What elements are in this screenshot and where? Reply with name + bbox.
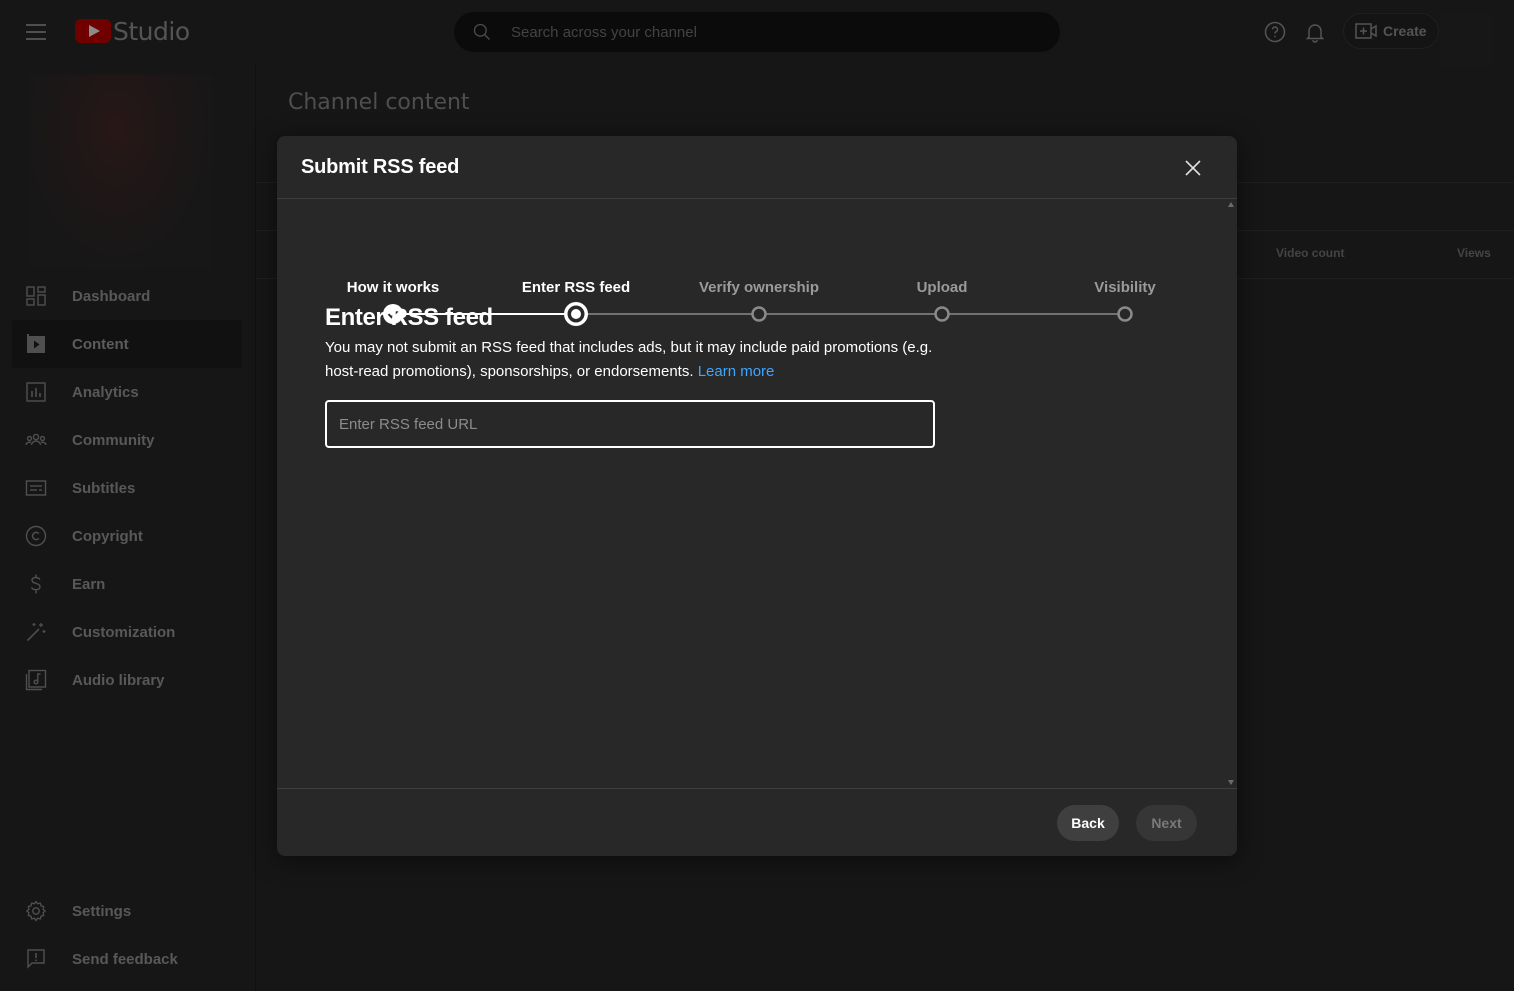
pending-step-icon bbox=[934, 306, 950, 322]
studio-page: Studio Search across your channel Create… bbox=[0, 0, 1514, 991]
step-label-verify-ownership: Verify ownership bbox=[698, 279, 820, 296]
description-text: You may not submit an RSS feed that incl… bbox=[325, 339, 933, 380]
submit-rss-dialog: Submit RSS feed How it works Enter RSS f… bbox=[277, 136, 1237, 856]
step-label-visibility: Visibility bbox=[1094, 279, 1156, 296]
dialog-title: Submit RSS feed bbox=[301, 156, 460, 178]
stepper-line-pending bbox=[576, 313, 1125, 315]
dialog-footer: Back Next bbox=[277, 788, 1237, 856]
step-label-enter-rss-feed[interactable]: Enter RSS feed bbox=[522, 279, 630, 296]
next-button[interactable]: Next bbox=[1136, 805, 1197, 841]
learn-more-link[interactable]: Learn more bbox=[698, 363, 775, 380]
scroll-down-arrow[interactable] bbox=[1228, 780, 1234, 785]
pending-step-icon bbox=[751, 306, 767, 322]
rss-feed-url-input[interactable] bbox=[325, 400, 935, 448]
pending-step-icon bbox=[1117, 306, 1133, 322]
current-step-icon bbox=[564, 302, 588, 326]
step-label-upload: Upload bbox=[916, 279, 968, 296]
close-icon[interactable] bbox=[1181, 156, 1205, 180]
dialog-header: Submit RSS feed bbox=[277, 136, 1237, 199]
back-button[interactable]: Back bbox=[1057, 805, 1119, 841]
section-title: Enter RSS feed bbox=[325, 304, 493, 331]
step-label-how-it-works[interactable]: How it works bbox=[347, 279, 440, 296]
dialog-scroll-area[interactable]: How it works Enter RSS feed Verify owner… bbox=[277, 200, 1237, 788]
section-description: You may not submit an RSS feed that incl… bbox=[325, 336, 945, 384]
scroll-up-arrow[interactable] bbox=[1228, 202, 1234, 207]
